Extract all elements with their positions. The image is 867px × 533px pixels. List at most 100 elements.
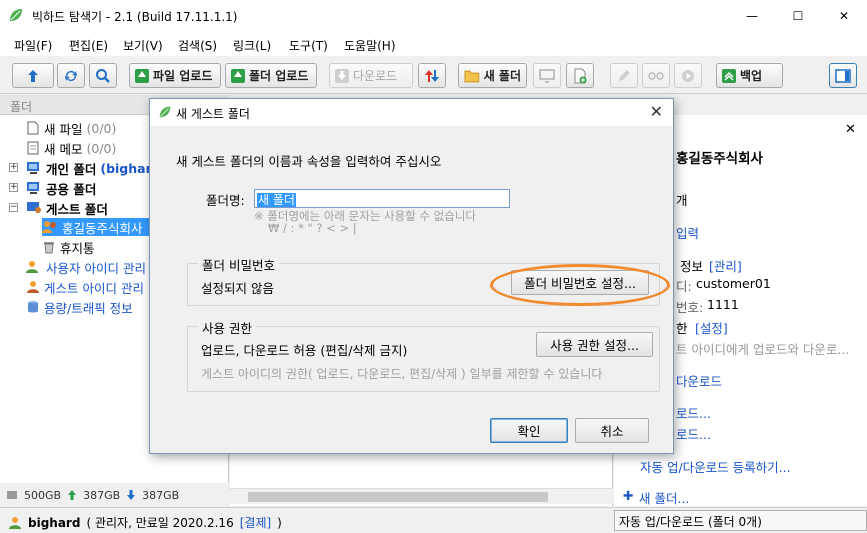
download-link[interactable]: 다운로드 xyxy=(676,371,722,390)
folder-upload-label: 폴더 업로드 xyxy=(249,69,309,83)
file-upload-label: 파일 업로드 xyxy=(153,69,213,83)
menu-view[interactable]: 보기(V) xyxy=(123,37,163,54)
permission-description: 트 아이디에게 업로드와 다운로... xyxy=(676,342,850,357)
tree-item-personal-folder[interactable]: 개인 폴더 (bighar xyxy=(26,159,152,177)
auto-register-link[interactable]: 자동 업/다운로드 등록하기... xyxy=(640,457,791,476)
tree-item-traffic-info[interactable]: 용량/트래픽 정보 xyxy=(26,298,133,316)
new-folder-label: 새 폴더 xyxy=(483,69,521,83)
highlight-annotation xyxy=(490,264,670,306)
menu-search[interactable]: 검색(S) xyxy=(178,37,217,54)
close-icon: ✕ xyxy=(838,9,850,23)
password-value: 1111 xyxy=(707,297,739,312)
folder-name-input[interactable]: 새 폴더 xyxy=(254,189,510,208)
leaf-icon xyxy=(159,106,171,118)
dialog-close-icon[interactable]: ✕ xyxy=(650,102,663,121)
info-manage-link[interactable]: [관리] xyxy=(709,256,742,275)
link-button[interactable] xyxy=(642,63,670,88)
tree-item-shared-folder[interactable]: 공용 폴더 xyxy=(26,179,96,197)
download-button[interactable]: 다운로드 xyxy=(329,63,413,88)
collapse-icon[interactable]: − xyxy=(9,203,18,212)
tree-item-new-file[interactable]: 새 파일 (0/0) xyxy=(26,119,116,137)
ok-button[interactable]: 확인 xyxy=(490,418,568,443)
menu-link[interactable]: 링크(L) xyxy=(233,37,271,54)
tree-item-guest-id-mgmt[interactable]: 게스트 아이디 관리 xyxy=(26,278,144,296)
maximize-button[interactable]: ☐ xyxy=(775,0,821,32)
menu-tools[interactable]: 도구(T) xyxy=(289,37,328,54)
upload-icon xyxy=(231,68,245,83)
menu-file[interactable]: 파일(F) xyxy=(14,37,52,54)
input-link[interactable]: 입력 xyxy=(676,223,699,242)
users-icon xyxy=(26,261,38,273)
arrow-down-icon xyxy=(127,490,136,500)
database-icon xyxy=(28,301,38,313)
guest-users-icon xyxy=(42,221,56,233)
menu-help[interactable]: 도움말(H) xyxy=(344,37,396,54)
tree-item-guest-folder[interactable]: 게스트 폴더 xyxy=(26,199,108,217)
folder-upload-button[interactable]: 폴더 업로드 xyxy=(225,63,317,88)
horizontal-scrollbar[interactable] xyxy=(230,488,613,504)
tree-label: 용량/트래픽 정보 xyxy=(44,300,133,316)
expand-icon[interactable]: + xyxy=(9,163,18,172)
permission-settings-link[interactable]: [설정] xyxy=(695,318,728,337)
permission-value: 업로드, 다운로드 허용 (편집/삭제 금지) xyxy=(201,343,408,358)
download-icon xyxy=(335,68,349,83)
tree-item-guest-company[interactable]: 홍길동주식회사 xyxy=(42,218,153,236)
search-button[interactable] xyxy=(89,63,117,88)
info-pane-close-icon[interactable]: ✕ xyxy=(845,122,856,137)
sync-button[interactable] xyxy=(418,63,446,88)
backup-icon xyxy=(722,68,736,83)
trash-icon xyxy=(44,242,54,254)
tree-label: 게스트 아이디 관리 xyxy=(44,280,144,296)
play-button[interactable] xyxy=(674,63,702,88)
password-status: 설정되지 않음 xyxy=(201,281,274,296)
leaf-icon xyxy=(10,9,22,21)
minimize-button[interactable]: — xyxy=(729,0,775,32)
view-button[interactable] xyxy=(533,63,561,88)
maximize-icon: ☐ xyxy=(792,9,804,23)
user-role: ( 관리자, 만료일 2020.2.16 xyxy=(86,516,234,530)
permission-group-title: 사용 권한 xyxy=(198,318,256,337)
tree-label: 휴지통 xyxy=(60,240,95,256)
search-icon xyxy=(96,68,110,83)
title-bar: 빅하드 탐색기 - 2.1 (Build 17.11.1.1) — ☐ ✕ xyxy=(0,0,867,32)
user-status: bighard ( 관리자, 만료일 2020.2.16 [결제] ) xyxy=(8,514,282,531)
panel-layout-icon xyxy=(835,68,851,83)
storage-status: 500GB 387GB 387GB xyxy=(0,484,229,506)
tree-item-user-id-mgmt[interactable]: 사용자 아이디 관리 xyxy=(26,258,146,276)
dialog-intro: 새 게스트 폴더의 이름과 속성을 입력하여 주십시오 xyxy=(176,154,442,169)
refresh-button[interactable] xyxy=(57,63,85,88)
layout-toggle-button[interactable] xyxy=(829,63,857,88)
edit-button[interactable] xyxy=(610,63,638,88)
tree-owner: (bighar xyxy=(100,160,152,176)
new-document-button[interactable] xyxy=(566,63,594,88)
new-folder-button[interactable]: 새 폴더 xyxy=(458,63,527,88)
auto-transfer-status[interactable]: 자동 업/다운로드 (폴더 0개) xyxy=(614,510,867,531)
menu-edit[interactable]: 편집(E) xyxy=(69,37,108,54)
dialog-title-bar: 새 게스트 폴더 ✕ xyxy=(150,99,673,126)
tree-item-new-memo[interactable]: 새 메모 (0/0) xyxy=(26,139,116,157)
upload-link-2[interactable]: 로드... xyxy=(676,424,711,443)
permission-hint: 게스트 아이디의 권한( 업로드, 다운로드, 편집/삭제 ) 일부를 제한할 … xyxy=(201,367,603,381)
id-label: 디: xyxy=(676,279,692,294)
storage-total: 500GB xyxy=(24,488,62,502)
expand-icon[interactable]: + xyxy=(9,183,18,192)
file-upload-button[interactable]: 파일 업로드 xyxy=(129,63,221,88)
id-value: customer01 xyxy=(696,276,771,291)
up-folder-button[interactable] xyxy=(12,63,54,88)
scroll-thumb[interactable] xyxy=(248,492,548,502)
minimize-icon: — xyxy=(746,9,758,23)
set-permission-button[interactable]: 사용 권한 설정... xyxy=(536,332,653,357)
new-folder-link[interactable]: 새 폴더... xyxy=(639,488,689,507)
password-group-title: 폴더 비밀번호 xyxy=(198,255,279,274)
upload-link-1[interactable]: 로드... xyxy=(676,403,711,422)
close-button[interactable]: ✕ xyxy=(821,0,867,32)
cancel-button[interactable]: 취소 xyxy=(575,418,649,443)
payment-link[interactable]: [결제] xyxy=(240,514,271,531)
user-name: bighard xyxy=(28,515,81,530)
storage-download: 387GB xyxy=(142,488,180,502)
user-icon xyxy=(9,516,21,529)
backup-button[interactable]: 백업 xyxy=(716,63,783,88)
dialog-title: 새 게스트 폴더 xyxy=(176,107,250,121)
tree-item-trash[interactable]: 휴지통 xyxy=(42,238,95,256)
tree-count: (0/0) xyxy=(86,140,117,156)
